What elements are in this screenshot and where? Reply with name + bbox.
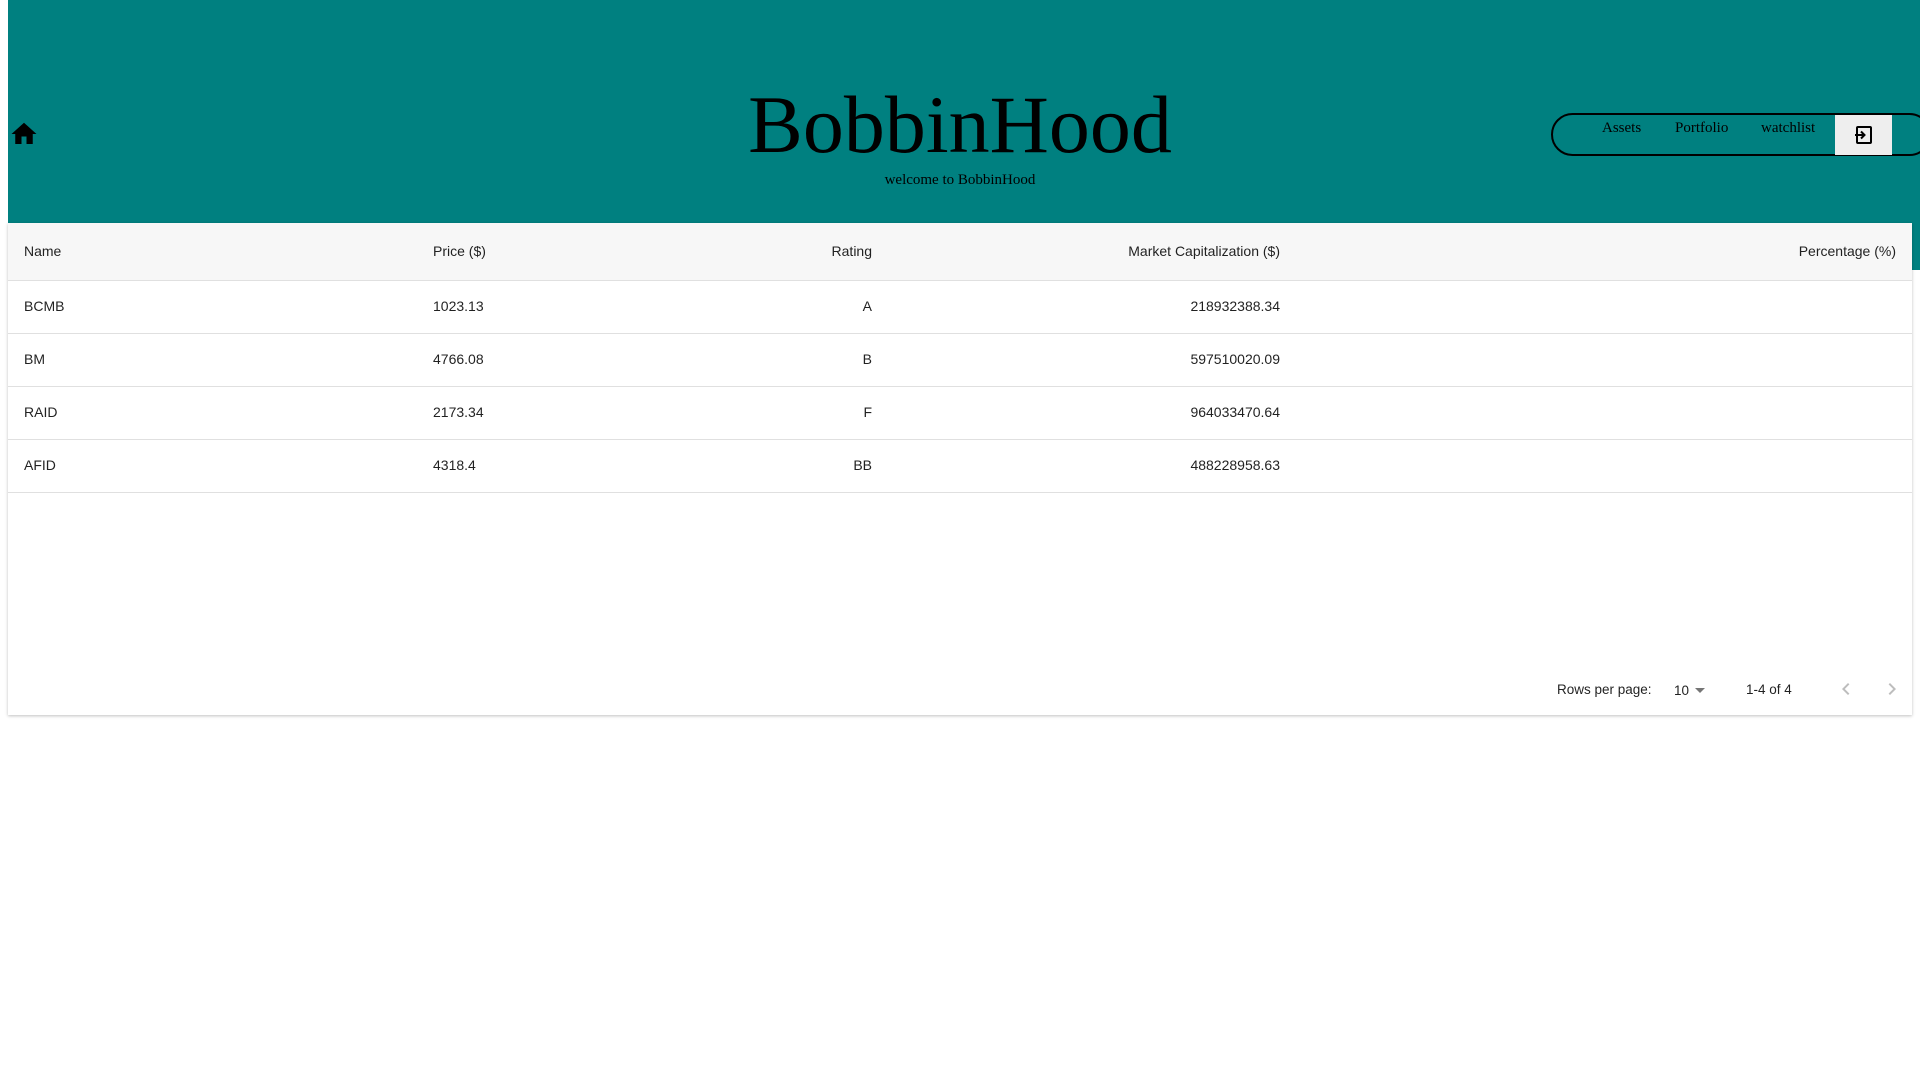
cell-price: 2173.34 bbox=[433, 404, 484, 420]
logout-icon bbox=[1854, 126, 1872, 144]
next-page-button[interactable] bbox=[1880, 677, 1904, 701]
cell-name: RAID bbox=[24, 404, 58, 420]
page-range-label: 1-4 of 4 bbox=[1746, 682, 1792, 697]
cell-rating: BB bbox=[853, 457, 872, 473]
nav-portfolio-link[interactable]: Portfolio bbox=[1675, 120, 1728, 137]
chevron-left-icon bbox=[1842, 683, 1850, 695]
header-edge bbox=[1912, 223, 1920, 270]
table-row[interactable]: BCMB 1023.13 A 218932388.34 bbox=[8, 281, 1912, 334]
page: BobbinHood welcome to BobbinHood Assets … bbox=[0, 0, 1920, 1080]
cell-market-cap: 597510020.09 bbox=[1190, 351, 1280, 367]
cell-name: BCMB bbox=[24, 298, 65, 314]
column-header-market-cap[interactable]: Market Capitalization ($) bbox=[1128, 243, 1280, 259]
app-subtitle: welcome to BobbinHood bbox=[884, 172, 1036, 188]
cell-market-cap: 488228958.63 bbox=[1190, 457, 1280, 473]
cell-rating: A bbox=[862, 298, 872, 314]
cell-price: 4766.08 bbox=[433, 351, 484, 367]
column-header-percentage[interactable]: Percentage (%) bbox=[1799, 243, 1896, 259]
cell-price: 4318.4 bbox=[433, 457, 476, 473]
column-header-price[interactable]: Price ($) bbox=[433, 243, 486, 259]
rows-per-page-select[interactable]: 10 bbox=[1674, 680, 1706, 700]
rows-per-page-label: Rows per page: bbox=[1557, 682, 1652, 697]
logout-button[interactable] bbox=[1835, 115, 1892, 155]
cell-name: BM bbox=[24, 351, 45, 367]
cell-price: 1023.13 bbox=[433, 298, 484, 314]
table-row[interactable]: BM 4766.08 B 597510020.09 bbox=[8, 334, 1912, 387]
table-row[interactable]: AFID 4318.4 BB 488228958.63 bbox=[8, 440, 1912, 493]
cell-rating: F bbox=[863, 404, 872, 420]
dropdown-arrow-icon bbox=[1695, 687, 1706, 693]
chevron-right-icon bbox=[1888, 683, 1896, 695]
assets-table: Name Price ($) Rating Market Capitalizat… bbox=[8, 223, 1912, 715]
table-pagination: Rows per page: 10 1-4 of 4 bbox=[8, 664, 1912, 714]
column-header-rating[interactable]: Rating bbox=[832, 243, 872, 259]
cell-rating: B bbox=[862, 351, 872, 367]
table-header: Name Price ($) Rating Market Capitalizat… bbox=[8, 223, 1912, 281]
table-row[interactable]: RAID 2173.34 F 964033470.64 bbox=[8, 387, 1912, 440]
cell-market-cap: 218932388.34 bbox=[1190, 298, 1280, 314]
column-header-name[interactable]: Name bbox=[24, 243, 61, 259]
cell-market-cap: 964033470.64 bbox=[1190, 404, 1280, 420]
nav-watchlist-link[interactable]: watchlist bbox=[1761, 120, 1815, 137]
cell-name: AFID bbox=[24, 457, 56, 473]
rows-per-page-value: 10 bbox=[1674, 682, 1690, 698]
previous-page-button[interactable] bbox=[1834, 677, 1858, 701]
nav-assets-link[interactable]: Assets bbox=[1602, 120, 1641, 137]
